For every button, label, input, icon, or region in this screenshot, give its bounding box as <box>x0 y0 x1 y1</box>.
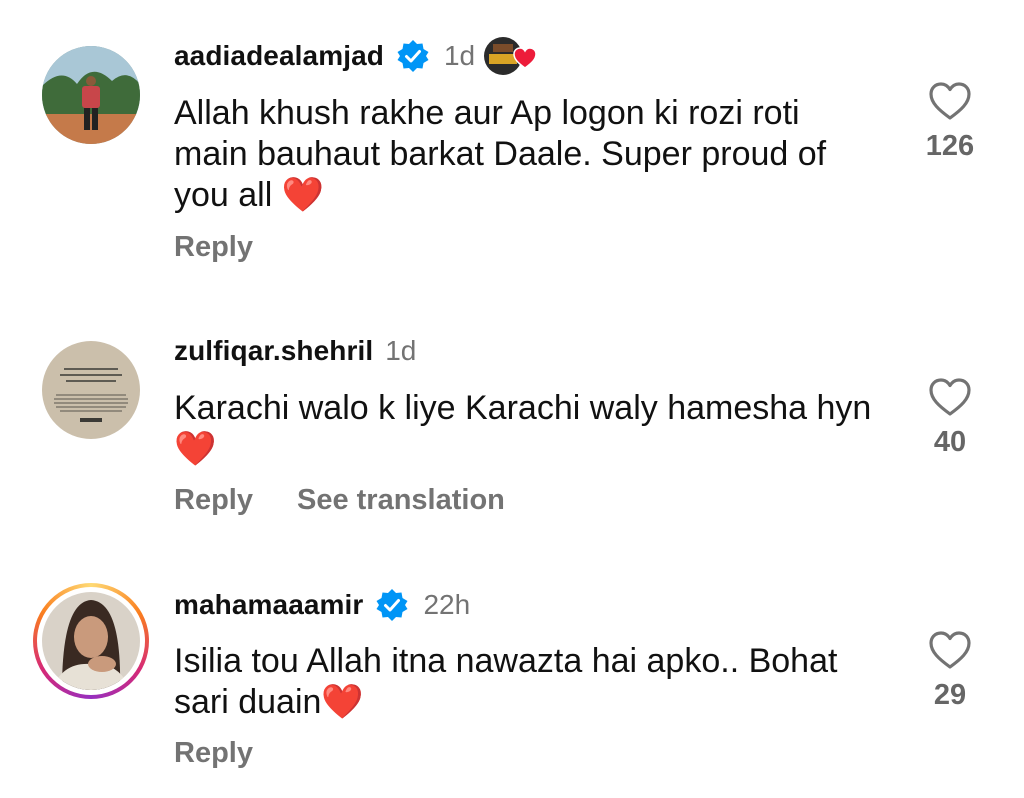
avatar-photo <box>42 592 140 690</box>
comment-actions: Reply <box>174 737 297 770</box>
verified-badge-icon <box>376 589 408 621</box>
see-translation-button[interactable]: See translation <box>297 484 505 517</box>
verified-badge-icon <box>397 40 429 72</box>
creator-liked-indicator <box>481 34 537 78</box>
avatar-photo <box>42 46 140 144</box>
comment-header: aadiadealamjad 1d <box>174 36 537 76</box>
comment-text: Isilia tou Allah itna nawazta hai apko..… <box>174 642 838 721</box>
like-count: 29 <box>933 679 967 711</box>
comment-text: Karachi walo k liye Karachi waly hamesha… <box>174 389 872 468</box>
like-control: 126 <box>922 80 978 163</box>
comment-header: mahamaaamir 22h <box>174 585 470 625</box>
comment-text: Allah khush rakhe aur Ap logon ki rozi r… <box>174 94 827 214</box>
like-count: 126 <box>925 130 975 162</box>
username[interactable]: mahamaaamir <box>174 589 363 621</box>
avatar-photo <box>42 341 140 439</box>
reply-button[interactable]: Reply <box>174 231 253 264</box>
comment-time: 1d <box>385 335 417 366</box>
heart-outline-icon[interactable] <box>927 629 973 671</box>
avatar <box>42 592 140 690</box>
like-control: 40 <box>922 376 978 459</box>
comment-actions: Reply <box>174 231 297 264</box>
username[interactable]: aadiadealamjad <box>174 40 384 72</box>
reply-button[interactable]: Reply <box>174 484 253 517</box>
avatar[interactable] <box>42 46 140 144</box>
comment-time: 22h <box>423 589 471 620</box>
comment-header: zulfiqar.shehril 1d <box>174 331 416 371</box>
like-count: 40 <box>933 426 967 458</box>
username[interactable]: zulfiqar.shehril <box>174 335 373 367</box>
like-control: 29 <box>922 629 978 712</box>
reply-button[interactable]: Reply <box>174 737 253 770</box>
comment-actions: Reply See translation <box>174 484 549 517</box>
heart-outline-icon[interactable] <box>927 80 973 122</box>
comment-time: 1d <box>443 40 476 71</box>
heart-outline-icon[interactable] <box>927 376 973 418</box>
story-ring[interactable] <box>33 583 149 699</box>
heart-icon <box>513 47 537 69</box>
avatar[interactable] <box>42 341 140 439</box>
